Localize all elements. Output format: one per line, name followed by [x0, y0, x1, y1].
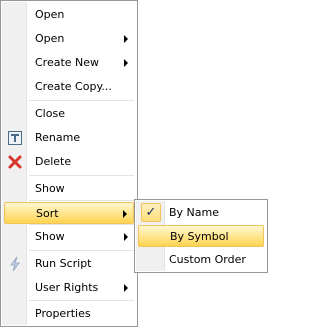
menu-item-open[interactable]: Open: [4, 4, 134, 26]
menu-item-properties[interactable]: Properties: [4, 303, 134, 325]
menu-item-open-submenu[interactable]: Open: [4, 28, 134, 50]
menu-item-label: Delete: [35, 155, 72, 168]
menu-item-label: Create New: [35, 56, 100, 69]
menu-item-label: Open: [35, 8, 65, 21]
rename-icon: [7, 130, 23, 146]
menu-item-label: Rename: [35, 131, 81, 144]
delete-icon: [7, 154, 23, 170]
menu-separator: [29, 300, 134, 302]
submenu-arrow-icon: [124, 59, 128, 67]
menu-item-label: Properties: [35, 307, 91, 320]
menu-item-delete[interactable]: Delete: [4, 151, 134, 173]
submenu-item-custom-order[interactable]: Custom Order: [138, 249, 264, 271]
menu-item-label: Close: [35, 107, 65, 120]
menu-item-close[interactable]: Close: [4, 103, 134, 125]
menu-item-label: Sort: [36, 207, 59, 220]
checkmark-icon: ✓: [141, 203, 161, 222]
menu-item-label: By Symbol: [170, 230, 229, 243]
menu-item-label: User Rights: [35, 281, 99, 294]
submenu-item-by-symbol[interactable]: By Symbol: [138, 225, 264, 247]
menu-separator: [29, 175, 134, 177]
submenu-arrow-icon: [124, 233, 128, 241]
menu-item-show[interactable]: Show: [4, 178, 134, 200]
menu-item-label: By Name: [169, 206, 220, 219]
context-menu: Open Open Create New Create Copy... Clos…: [0, 0, 138, 327]
menu-separator: [29, 100, 134, 102]
menu-item-label: Show: [35, 182, 65, 195]
submenu-arrow-icon: [124, 284, 128, 292]
menu-item-label: Open: [35, 32, 65, 45]
menu-separator: [29, 250, 134, 252]
menu-item-label: Custom Order: [169, 253, 246, 266]
menu-item-create-new[interactable]: Create New: [4, 52, 134, 74]
menu-item-label: Run Script: [35, 257, 92, 270]
submenu-item-by-name[interactable]: ✓ By Name: [138, 202, 264, 224]
submenu-arrow-icon: [123, 210, 127, 218]
sort-submenu: ✓ By Name By Symbol Custom Order: [134, 199, 268, 273]
menu-item-create-copy[interactable]: Create Copy...: [4, 76, 134, 98]
menu-item-label: Create Copy...: [35, 80, 112, 93]
menu-item-sort[interactable]: Sort: [4, 202, 134, 224]
menu-item-run-script[interactable]: Run Script: [4, 253, 134, 275]
lightning-icon: [7, 256, 23, 272]
menu-item-rename[interactable]: Rename: [4, 127, 134, 149]
submenu-arrow-icon: [124, 35, 128, 43]
menu-item-user-rights[interactable]: User Rights: [4, 277, 134, 299]
menu-item-show-submenu[interactable]: Show: [4, 226, 134, 248]
menu-item-label: Show: [35, 230, 65, 243]
